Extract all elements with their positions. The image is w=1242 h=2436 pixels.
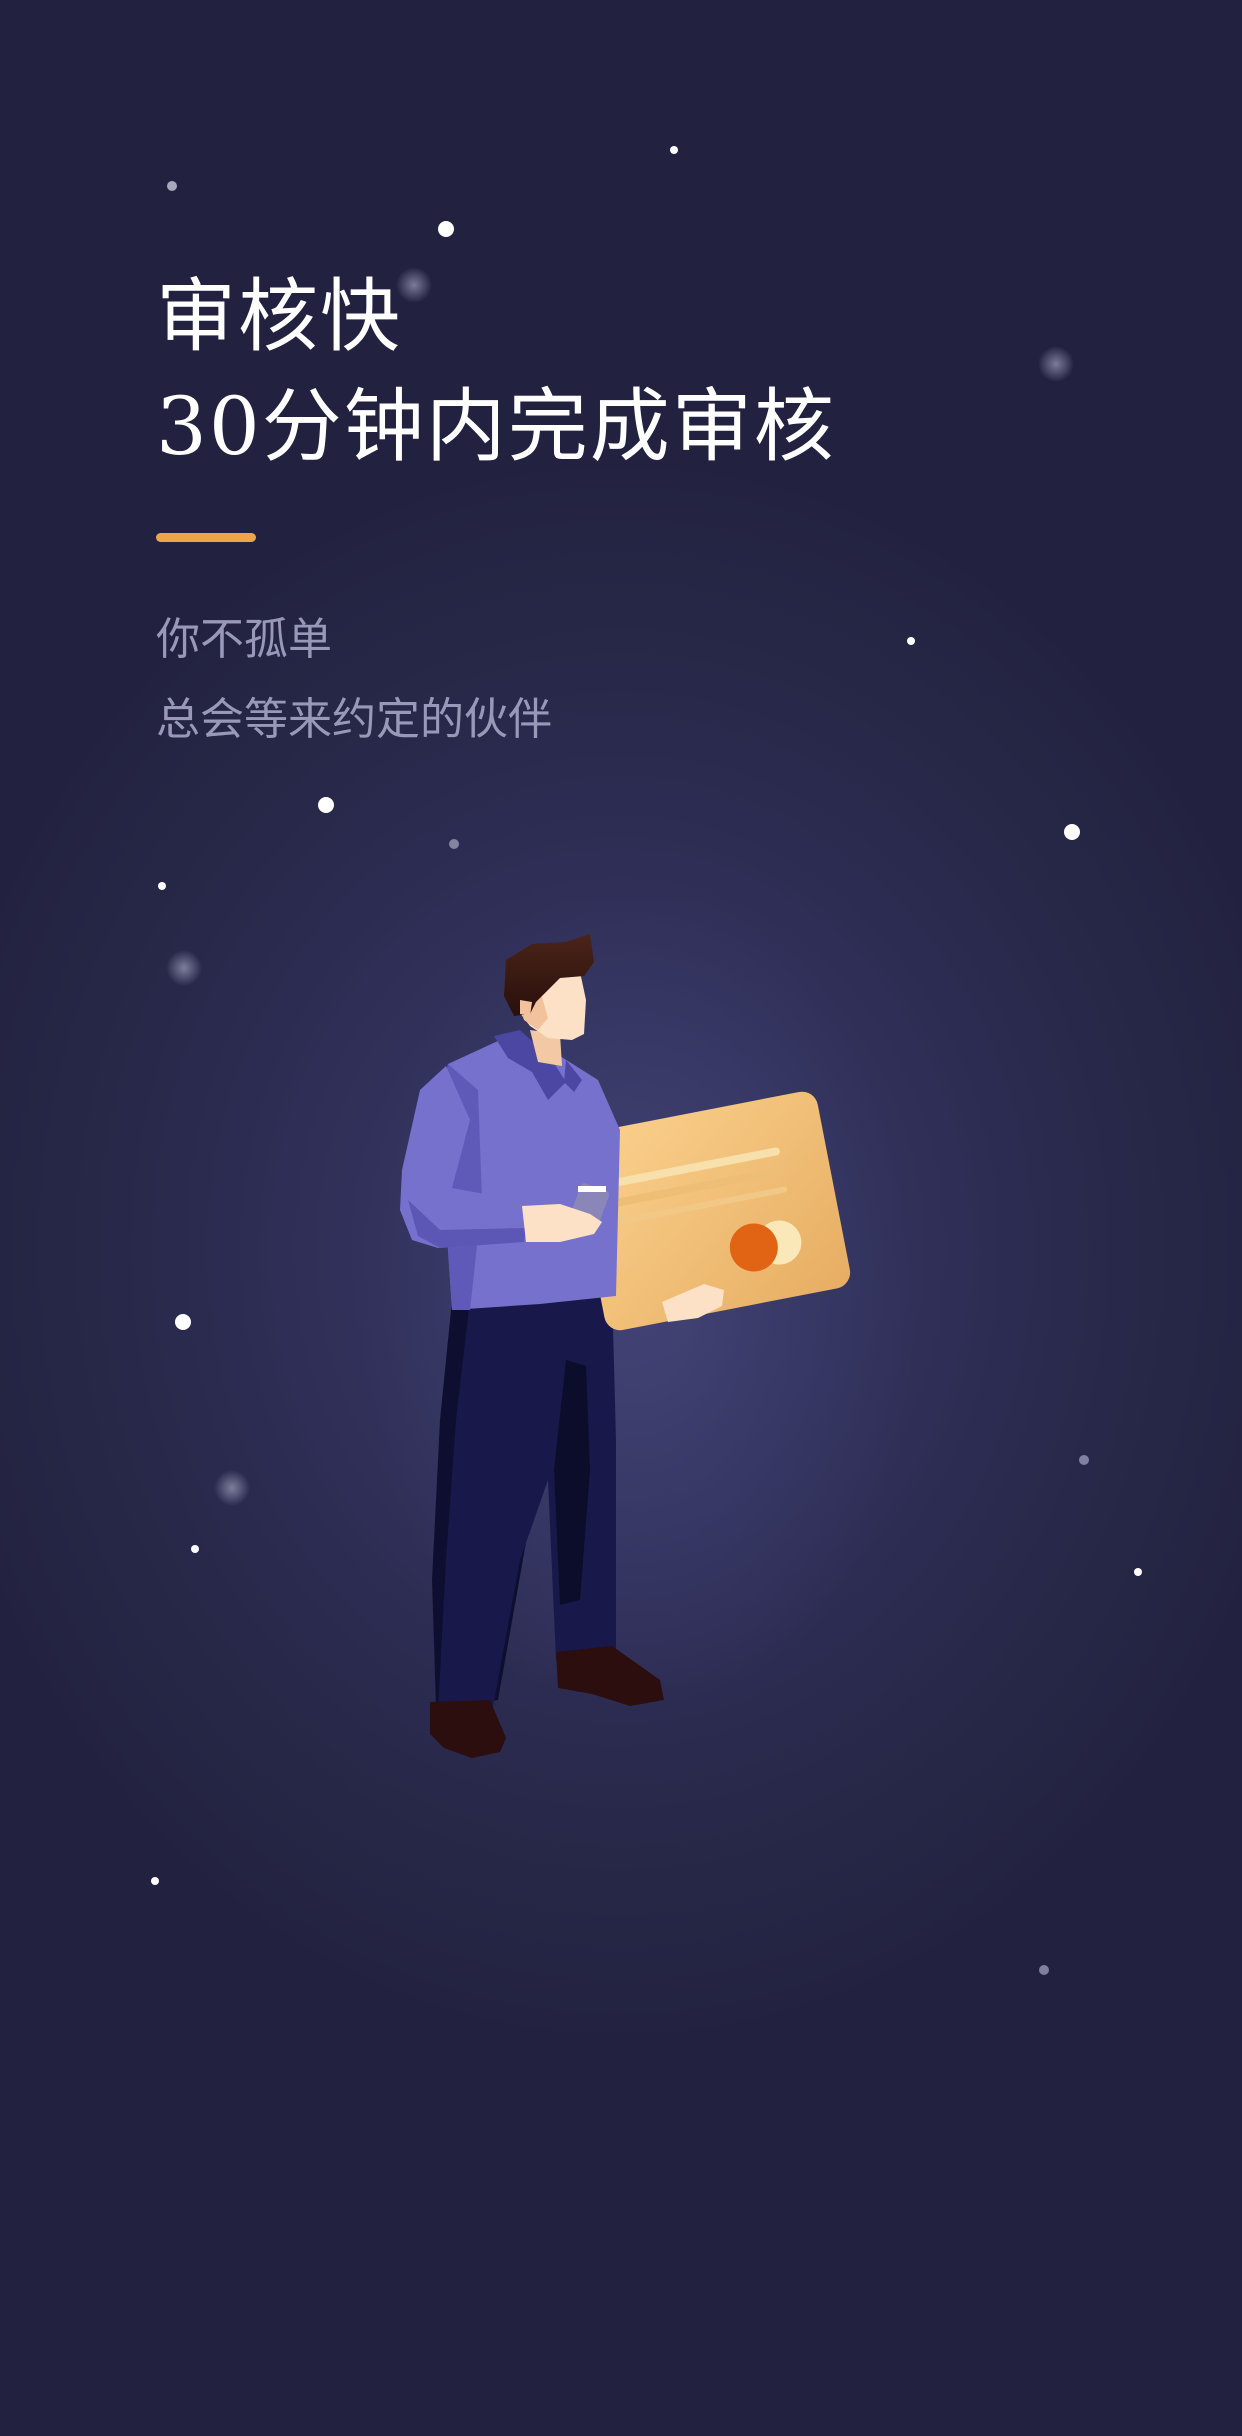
accent-divider	[156, 533, 256, 542]
person-with-card-illustration	[360, 900, 910, 1758]
star	[670, 146, 678, 154]
star	[191, 1545, 199, 1553]
star	[907, 637, 915, 645]
tagline: 你不孤单 总会等来约定的伙伴	[156, 600, 552, 760]
star	[318, 797, 334, 813]
tagline-line-2: 总会等来约定的伙伴	[156, 694, 552, 745]
star	[1039, 1965, 1049, 1975]
blurred-star	[214, 1470, 250, 1506]
blurred-star	[166, 950, 202, 986]
back-shoe	[430, 1700, 506, 1758]
onboarding-screen: 审核快 30分钟内完成审核 你不孤单 总会等来约定的伙伴	[0, 0, 1242, 2436]
star	[1079, 1455, 1089, 1465]
star	[1134, 1568, 1142, 1576]
star	[167, 181, 177, 191]
blurred-star	[1038, 346, 1074, 382]
headline-title: 审核快	[156, 270, 402, 363]
star	[158, 882, 166, 890]
tagline-line-1: 你不孤单	[156, 614, 332, 665]
headline-subtitle: 30分钟内完成审核	[156, 380, 836, 473]
phone-screen-edge	[578, 1186, 606, 1192]
star	[1064, 824, 1080, 840]
star	[175, 1314, 191, 1330]
star	[151, 1877, 159, 1885]
headline: 审核快 30分钟内完成审核	[156, 262, 836, 482]
star	[438, 221, 454, 237]
star	[449, 839, 459, 849]
ear	[520, 1000, 532, 1016]
